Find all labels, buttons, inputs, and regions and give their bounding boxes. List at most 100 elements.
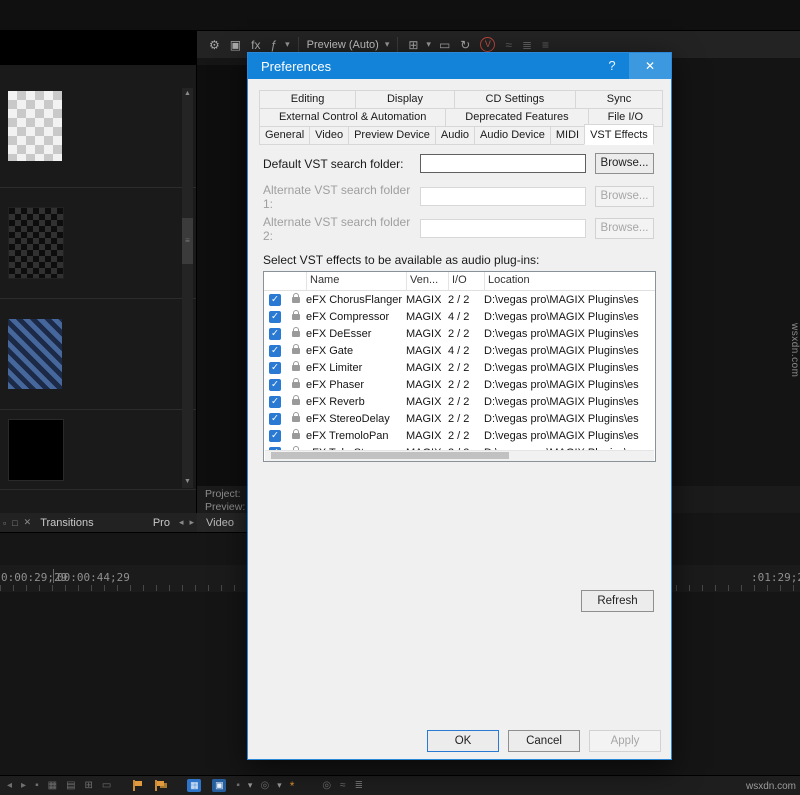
tab-scroll-right-icon[interactable]: ▸ — [186, 517, 197, 528]
refresh-button[interactable]: Refresh — [581, 590, 654, 612]
media-thumbnail-checkerboard[interactable] — [8, 91, 62, 161]
help-button[interactable]: ? — [595, 53, 629, 79]
cancel-button[interactable]: Cancel — [508, 730, 580, 752]
column-separator[interactable] — [406, 272, 407, 290]
horizontal-scrollbar-thumb[interactable] — [271, 452, 509, 459]
scroll-up-icon[interactable]: ▲ — [182, 88, 193, 100]
table-row[interactable]: ✓ eFX StereoDelay MAGIX 2 / 2 D:\vegas p… — [264, 410, 655, 427]
tab-external-control[interactable]: External Control & Automation — [259, 108, 446, 127]
checkbox-checked-icon[interactable]: ✓ — [269, 413, 281, 425]
tab-editing[interactable]: Editing — [259, 90, 356, 109]
checkbox-cell[interactable]: ✓ — [264, 345, 286, 357]
checkbox-cell[interactable]: ✓ — [264, 379, 286, 391]
table-row[interactable]: ✓ eFX Phaser MAGIX 2 / 2 D:\vegas pro\MA… — [264, 376, 655, 393]
scrollbar-thumb[interactable]: ≡ — [182, 218, 193, 264]
scroll-down-icon[interactable]: ▼ — [182, 476, 193, 488]
media-thumbnail-blue-pattern[interactable] — [8, 319, 62, 389]
dock-window-icon[interactable]: □ — [9, 518, 20, 528]
pan-crop-blue-icon[interactable]: ▣ — [212, 779, 226, 792]
list-tool-icon[interactable]: ≣ — [352, 780, 366, 791]
checkbox-checked-icon[interactable]: ✓ — [269, 430, 281, 442]
tab-audio[interactable]: Audio — [435, 126, 475, 145]
envelope-tool-icon[interactable]: ◎ — [257, 780, 272, 791]
rows-tool-icon[interactable]: ▤ — [63, 780, 78, 791]
marker-flag-icon[interactable] — [132, 780, 143, 791]
media-list-item[interactable] — [0, 410, 196, 490]
plugin-blue-icon[interactable]: ▦ — [187, 779, 201, 792]
zoom-tool-icon[interactable]: ◎ — [319, 780, 334, 791]
tab-midi[interactable]: MIDI — [550, 126, 585, 145]
tab-transitions[interactable]: Transitions — [34, 517, 99, 529]
grid-overlay-caret-icon[interactable]: ▾ — [424, 39, 433, 50]
table-row[interactable]: ✓ eFX Reverb MAGIX 2 / 2 D:\vegas pro\MA… — [264, 393, 655, 410]
checkbox-checked-icon[interactable]: ✓ — [269, 328, 281, 340]
column-header-vendor[interactable]: Ven... — [410, 274, 438, 286]
tab-preview-device[interactable]: Preview Device — [348, 126, 436, 145]
region-flags-icon[interactable] — [154, 780, 165, 791]
dock-close-icon[interactable]: ✕ — [21, 517, 35, 528]
close-button[interactable]: ✕ — [629, 53, 671, 79]
table-row[interactable]: ✓ eFX TremoloPan MAGIX 2 / 2 D:\vegas pr… — [264, 427, 655, 444]
cells-tool-icon[interactable]: ▦ — [45, 780, 60, 791]
burst-orange-icon[interactable]: * — [287, 779, 298, 793]
checkbox-checked-icon[interactable]: ✓ — [269, 345, 281, 357]
grid-tool-icon[interactable]: ⊞ — [82, 780, 96, 791]
wave-tool-icon[interactable]: ≈ — [337, 780, 349, 791]
media-list-item[interactable] — [0, 299, 196, 410]
checkbox-cell[interactable]: ✓ — [264, 328, 286, 340]
tab-deprecated-features[interactable]: Deprecated Features — [445, 108, 588, 127]
dialog-titlebar[interactable]: Preferences ? ✕ — [248, 53, 671, 79]
tab-audio-device[interactable]: Audio Device — [474, 126, 551, 145]
checkbox-cell[interactable]: ✓ — [264, 396, 286, 408]
nudge-right-icon[interactable]: ▸ — [18, 780, 29, 791]
column-header-location[interactable]: Location — [488, 274, 530, 286]
media-list-item[interactable] — [0, 188, 196, 299]
default-vst-folder-input[interactable] — [420, 154, 586, 173]
checkbox-cell[interactable]: ✓ — [264, 311, 286, 323]
edit-tool-caret-icon[interactable]: ▾ — [246, 780, 255, 791]
tab-cd-settings[interactable]: CD Settings — [454, 90, 576, 109]
tab-vst-effects[interactable]: VST Effects — [584, 124, 654, 145]
browse-button-1[interactable]: Browse... — [595, 153, 654, 174]
table-row[interactable]: ✓ eFX ChorusFlanger MAGIX 2 / 2 D:\vegas… — [264, 291, 655, 308]
media-list-item[interactable] — [0, 65, 196, 188]
checkbox-cell[interactable]: ✓ — [264, 294, 286, 306]
print-tool-icon[interactable]: ▭ — [99, 780, 114, 791]
column-separator[interactable] — [448, 272, 449, 290]
envelope-tool-caret-icon[interactable]: ▾ — [275, 780, 284, 791]
tab-scroll-left-icon[interactable]: ◂ — [176, 517, 187, 528]
column-separator[interactable] — [306, 272, 307, 290]
checkbox-cell[interactable]: ✓ — [264, 413, 286, 425]
ok-button[interactable]: OK — [427, 730, 499, 752]
small-square-tool-icon[interactable]: ▪ — [32, 780, 42, 791]
table-horizontal-scrollbar[interactable] — [265, 450, 654, 461]
tab-project-media[interactable]: Pro — [100, 517, 176, 529]
vst-effects-table[interactable]: Name Ven... I/O Location ✓ eFX ChorusFla… — [263, 271, 656, 462]
copy-snapshot-icon[interactable]: ▣ — [226, 32, 245, 58]
preview-quality-dropdown[interactable]: Preview (Auto) — [305, 39, 381, 51]
checkbox-cell[interactable]: ✓ — [264, 362, 286, 374]
media-panel-scrollbar[interactable]: ▲ ≡ ▼ — [182, 88, 193, 488]
table-row[interactable]: ✓ eFX Compressor MAGIX 4 / 2 D:\vegas pr… — [264, 308, 655, 325]
checkbox-checked-icon[interactable]: ✓ — [269, 396, 281, 408]
checkbox-checked-icon[interactable]: ✓ — [269, 362, 281, 374]
checkbox-checked-icon[interactable]: ✓ — [269, 294, 281, 306]
table-row[interactable]: ✓ eFX Gate MAGIX 4 / 2 D:\vegas pro\MAGI… — [264, 342, 655, 359]
tab-general[interactable]: General — [259, 126, 310, 145]
dock-pin-icon[interactable]: ▫ — [0, 518, 9, 528]
tab-video[interactable]: Video — [309, 126, 349, 145]
column-separator[interactable] — [484, 272, 485, 290]
checkbox-checked-icon[interactable]: ✓ — [269, 379, 281, 391]
media-thumbnail-dark-checkerboard[interactable] — [8, 207, 64, 279]
settings-gear-icon[interactable]: ⚙ — [205, 32, 224, 58]
table-row[interactable]: ✓ eFX DeEsser MAGIX 2 / 2 D:\vegas pro\M… — [264, 325, 655, 342]
script-dropdown-icon[interactable]: ▾ — [283, 39, 292, 50]
tab-sync[interactable]: Sync — [575, 90, 663, 109]
preview-quality-caret-icon[interactable]: ▾ — [383, 39, 392, 50]
media-thumbnail-black[interactable] — [8, 419, 64, 481]
table-row[interactable]: ✓ eFX Limiter MAGIX 2 / 2 D:\vegas pro\M… — [264, 359, 655, 376]
tab-display[interactable]: Display — [355, 90, 455, 109]
edit-tool-icon[interactable]: ▪ — [233, 780, 243, 791]
column-header-name[interactable]: Name — [310, 274, 339, 286]
checkbox-checked-icon[interactable]: ✓ — [269, 311, 281, 323]
